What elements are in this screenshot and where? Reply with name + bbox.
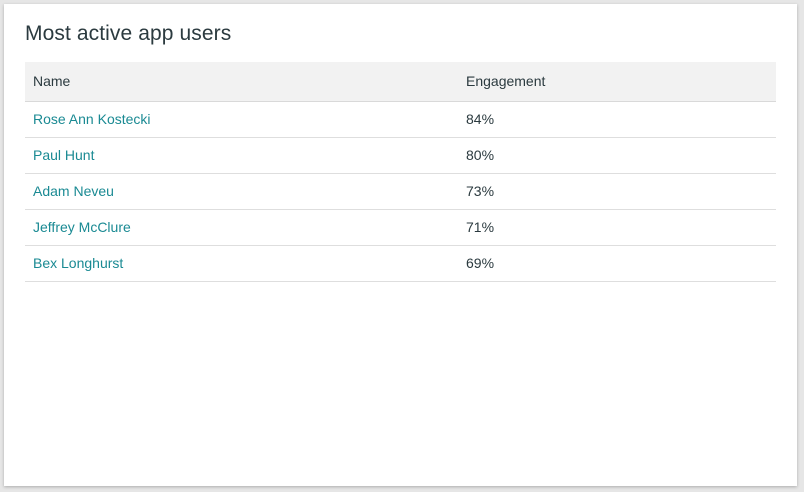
engagement-cell: 84% <box>458 101 776 138</box>
users-table: Name Engagement Rose Ann Kostecki 84% Pa… <box>25 62 776 282</box>
user-name-link[interactable]: Jeffrey McClure <box>33 219 131 235</box>
card-title: Most active app users <box>25 22 232 45</box>
table-row: Paul Hunt 80% <box>25 137 776 174</box>
column-header-name: Name <box>25 62 458 102</box>
user-name-cell: Paul Hunt <box>25 137 458 174</box>
user-name-cell: Rose Ann Kostecki <box>25 101 458 138</box>
most-active-users-card: Most active app users Name Engagement Ro… <box>4 4 797 486</box>
engagement-cell: 80% <box>458 137 776 174</box>
user-name-cell: Adam Neveu <box>25 173 458 210</box>
table-row: Bex Longhurst 69% <box>25 245 776 282</box>
column-header-engagement: Engagement <box>458 62 776 102</box>
engagement-cell: 69% <box>458 245 776 282</box>
table-header-row: Name Engagement <box>25 62 776 102</box>
user-name-link[interactable]: Paul Hunt <box>33 147 94 163</box>
user-name-link[interactable]: Bex Longhurst <box>33 255 123 271</box>
table-row: Jeffrey McClure 71% <box>25 209 776 246</box>
user-name-link[interactable]: Rose Ann Kostecki <box>33 111 151 127</box>
user-name-cell: Bex Longhurst <box>25 245 458 282</box>
user-name-link[interactable]: Adam Neveu <box>33 183 114 199</box>
engagement-cell: 71% <box>458 209 776 246</box>
table-row: Rose Ann Kostecki 84% <box>25 101 776 138</box>
engagement-cell: 73% <box>458 173 776 210</box>
table-row: Adam Neveu 73% <box>25 173 776 210</box>
user-name-cell: Jeffrey McClure <box>25 209 458 246</box>
